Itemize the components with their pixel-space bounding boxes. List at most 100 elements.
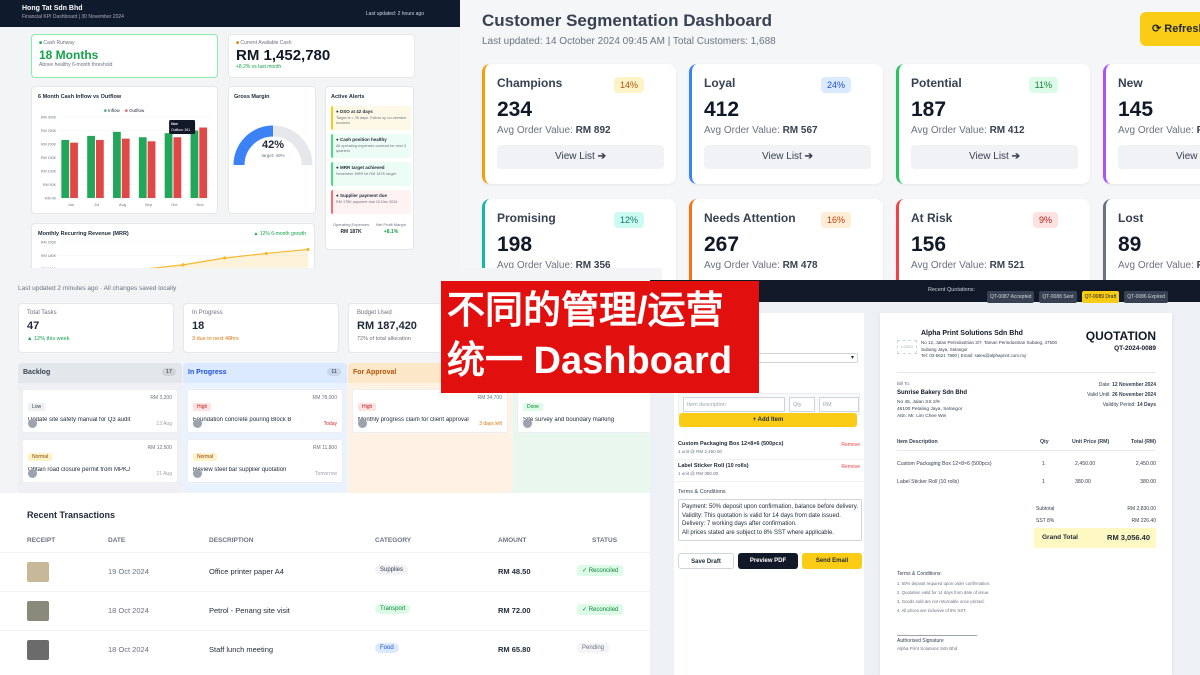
- mrr-point[interactable]: [264, 251, 268, 256]
- txn-amount: RM 72.00: [498, 606, 531, 615]
- title-overlay: 不同的管理/运营 统一 Dashboard: [441, 281, 759, 393]
- table-row[interactable]: 19 Oct 2024 Office printer paper A4 Suppli…: [0, 552, 662, 590]
- quote-item-total: 2,450.00: [1135, 461, 1156, 467]
- cash-value: RM 1,452,780: [236, 47, 331, 64]
- task-amount: RM 12,500: [147, 445, 172, 451]
- mrr-point[interactable]: [223, 256, 227, 260]
- bar-outflow-oct[interactable]: [173, 137, 182, 198]
- task-card[interactable]: Normal RM 12,500 Obtain road closure permi…: [22, 439, 178, 483]
- view-list-label: View List: [968, 151, 1012, 162]
- seg-title: Customer Segmentation Dashboard: [482, 11, 772, 30]
- task-card[interactable]: DoneSite survey and boundary marking✓ 2: [517, 389, 662, 433]
- send-email-button[interactable]: Send Email: [802, 553, 862, 569]
- y-tick-label: RM 150K: [41, 156, 57, 160]
- terms-textarea[interactable]: Payment: 50% deposit upon confirmation, …: [678, 499, 862, 541]
- quote-col-header: Unit Price (RM): [1072, 439, 1110, 445]
- segment-count: 412: [704, 98, 740, 121]
- receipt-thumbnail[interactable]: [27, 601, 49, 621]
- bar-inflow-jul[interactable]: [87, 135, 95, 198]
- mrr-y-tick: RM 180K: [41, 254, 57, 258]
- alert-title: ● DSO at 42 days: [336, 109, 373, 114]
- view-list-label: View List: [761, 151, 805, 162]
- view-list-button[interactable]: View List ➔: [911, 145, 1078, 169]
- quotation-chip[interactable]: QT-0087 Accepted: [987, 291, 1035, 303]
- mrr-y-tick: RM 200K: [41, 241, 57, 245]
- quotation-chip[interactable]: QT-0086 Expired: [1124, 291, 1169, 303]
- cash-runway-card: ■ Cash Runway 18 Months Above healthy 6-…: [31, 34, 218, 78]
- overlay-line-1: 不同的管理/运营: [447, 290, 724, 332]
- bill-to-label: Bill To:: [897, 381, 911, 386]
- refresh-button[interactable]: ⟳ Refresh: [1140, 12, 1200, 46]
- view-list-button[interactable]: View List ➔: [704, 145, 871, 169]
- bar-inflow-nov[interactable]: [190, 130, 199, 199]
- form-item-sub: 1 unit @ RM 2,450.00: [678, 449, 722, 454]
- task-due: 21 Aug: [156, 471, 172, 477]
- bar-outflow-aug[interactable]: [121, 138, 130, 198]
- segment-name: Lost: [1118, 211, 1144, 225]
- y-tick-label: RM 300K: [41, 116, 57, 120]
- kpi-updated: Last updated: 2 hours ago: [365, 11, 424, 17]
- margin-target: target: 40%: [261, 153, 285, 158]
- tooltip-title: Nov: [171, 122, 178, 126]
- cash-label: ■ Current Available Cash: [236, 40, 292, 46]
- x-tick-label: Aug: [119, 202, 126, 207]
- avatar: [523, 419, 532, 428]
- task-card[interactable]: Normal RM 11,800 Review steel bar supplier…: [187, 439, 343, 483]
- table-row[interactable]: 18 Oct 2024 Staff lunch meeting Food RM 65.…: [0, 630, 662, 668]
- view-list-button[interactable]: View List ➔: [1118, 145, 1200, 169]
- bar-inflow-jun[interactable]: [61, 139, 70, 198]
- table-row[interactable]: 18 Oct 2024 Petrol - Penang site visit Tra…: [0, 591, 662, 629]
- mrr-point[interactable]: [181, 263, 185, 267]
- view-list-label: View List: [554, 151, 598, 162]
- priority-tag: High: [358, 403, 377, 411]
- task-card[interactable]: High RM 78,000 Foundation concrete pouring…: [187, 389, 343, 433]
- category-badge: Transport: [375, 604, 411, 614]
- qty-input[interactable]: Qty: [789, 397, 815, 412]
- quote-item-unit: 2,450.00: [1075, 461, 1096, 467]
- bar-inflow-oct[interactable]: [164, 133, 173, 198]
- stat-value: 18: [192, 320, 205, 332]
- column-header: RECEIPT: [27, 537, 56, 544]
- bar-outflow-jul[interactable]: [95, 139, 104, 198]
- price-input[interactable]: RM: [819, 397, 859, 412]
- bar-outflow-sep[interactable]: [147, 141, 156, 198]
- receipt-thumbnail[interactable]: [27, 562, 49, 582]
- tasks-updated: Last updated 2 minutes ago · All changes…: [18, 285, 177, 292]
- task-card[interactable]: High RM 34,700 Monthly progress claim for …: [352, 389, 508, 433]
- quotation-chip[interactable]: QT-0089 Draft: [1081, 291, 1120, 303]
- task-card[interactable]: Low RM 3,200 Update site safety manual for…: [22, 389, 178, 433]
- remove-button[interactable]: Remove: [841, 442, 860, 448]
- segment-count: 187: [911, 98, 947, 121]
- alert-item[interactable]: ● DSO at 42 days Target is < 35 days. Fol…: [331, 106, 411, 130]
- mrr-point[interactable]: [306, 247, 310, 252]
- alert-item[interactable]: ● Cash position healthy All operating exp…: [331, 134, 411, 158]
- alert-item[interactable]: ● MRR target achieved November MRR hit RM…: [331, 162, 411, 186]
- x-tick-label: Jun: [68, 202, 74, 207]
- remove-button[interactable]: Remove: [841, 464, 860, 470]
- quotation-chip[interactable]: QT-0088 Sent: [1039, 291, 1077, 303]
- segment-aov: Avg Order Value: RM 521: [911, 260, 1078, 271]
- save-draft-button[interactable]: Save Draft: [678, 553, 734, 569]
- gross-margin-card: Gross Margin 42% target: 40%: [228, 86, 316, 214]
- segment-card-at-risk: At Risk 9% 156 Avg Order Value: RM 521: [896, 199, 1090, 280]
- opex-stat: Operating Expenses RM 187K: [332, 222, 370, 235]
- form-item: Custom Packaging Box 12×8×6 (500pcs) 1 un…: [674, 438, 864, 460]
- runway-label: ■ Cash Runway: [39, 40, 75, 46]
- receipt-thumbnail[interactable]: [27, 640, 49, 660]
- bar-inflow-sep[interactable]: [138, 137, 147, 198]
- bar-outflow-jun[interactable]: [70, 142, 78, 198]
- stat-note: ▲ 12% this week: [27, 336, 70, 342]
- segment-percent-badge: 11%: [1028, 77, 1058, 93]
- preview-pdf-button[interactable]: Preview PDF: [738, 553, 798, 569]
- bar-outflow-nov[interactable]: [199, 127, 208, 198]
- seller-contact: Tel: 03-5621 7890 | Email: sales@alphapr…: [921, 353, 1027, 358]
- item-description-input[interactable]: Item description: [683, 397, 785, 412]
- add-item-button[interactable]: + Add Item: [679, 413, 857, 427]
- quotation-chips: QT-0087 Accepted QT-0088 Sent QT-0089 Draf…: [987, 285, 1173, 303]
- alert-item[interactable]: ● Supplier payment due RM 175K payment du…: [331, 190, 411, 214]
- segment-aov: Avg Order Value: RM 2: [1118, 125, 1200, 136]
- check-icon: ■: [39, 40, 43, 46]
- column-title: Backlog: [23, 369, 51, 376]
- bar-inflow-aug[interactable]: [113, 131, 121, 198]
- view-list-button[interactable]: View List ➔: [497, 145, 664, 169]
